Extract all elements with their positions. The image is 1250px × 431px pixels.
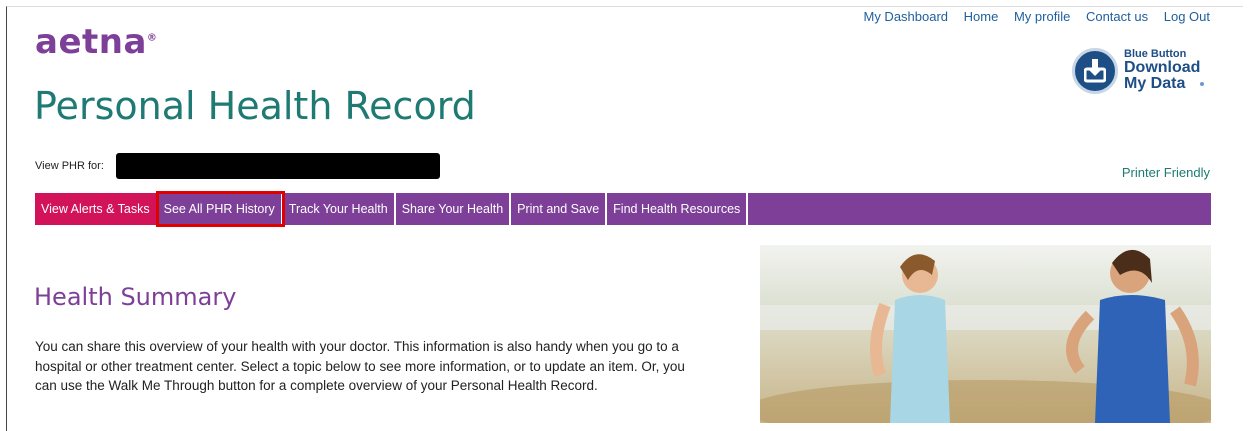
section-title: Health Summary (34, 283, 237, 311)
runners-illustration (760, 249, 1211, 423)
aetna-logo[interactable]: aetna® (35, 22, 157, 62)
page-title: Personal Health Record (34, 84, 476, 128)
logo-mark: ® (146, 32, 158, 44)
tab-find-health-resources[interactable]: Find Health Resources (607, 193, 749, 225)
view-phr-label: View PHR for: (35, 160, 104, 172)
my-dashboard-link[interactable]: My Dashboard (863, 9, 948, 24)
blue-button-line2: My Data (1124, 75, 1186, 92)
blue-button-main-label: Download My Data (1124, 60, 1200, 92)
top-links: My Dashboard Home My profile Contact us … (851, 9, 1210, 24)
contact-us-link[interactable]: Contact us (1086, 9, 1148, 24)
my-profile-link[interactable]: My profile (1014, 9, 1070, 24)
blue-button-line1: Download (1124, 59, 1201, 76)
main-nav: View Alerts & Tasks See All PHR History … (35, 191, 1211, 227)
hero-image (760, 245, 1211, 423)
log-out-link[interactable]: Log Out (1164, 9, 1210, 24)
blue-button-download[interactable]: Blue Button Download My Data (1072, 46, 1212, 98)
home-link[interactable]: Home (964, 9, 999, 24)
printer-friendly-link[interactable]: Printer Friendly (1122, 165, 1210, 180)
section-description: You can share this overview of your heal… (35, 339, 685, 393)
tab-view-alerts-tasks[interactable]: View Alerts & Tasks (35, 193, 158, 225)
logo-text: aetna (35, 22, 147, 62)
download-icon (1072, 48, 1118, 94)
tab-print-and-save[interactable]: Print and Save (511, 193, 608, 225)
blue-button-dot (1200, 82, 1204, 86)
tab-share-your-health[interactable]: Share Your Health (396, 193, 512, 225)
tab-track-your-health[interactable]: Track Your Health (283, 193, 396, 225)
view-phr-select[interactable] (116, 153, 440, 179)
tab-see-all-phr-history[interactable]: See All PHR History (155, 191, 285, 227)
